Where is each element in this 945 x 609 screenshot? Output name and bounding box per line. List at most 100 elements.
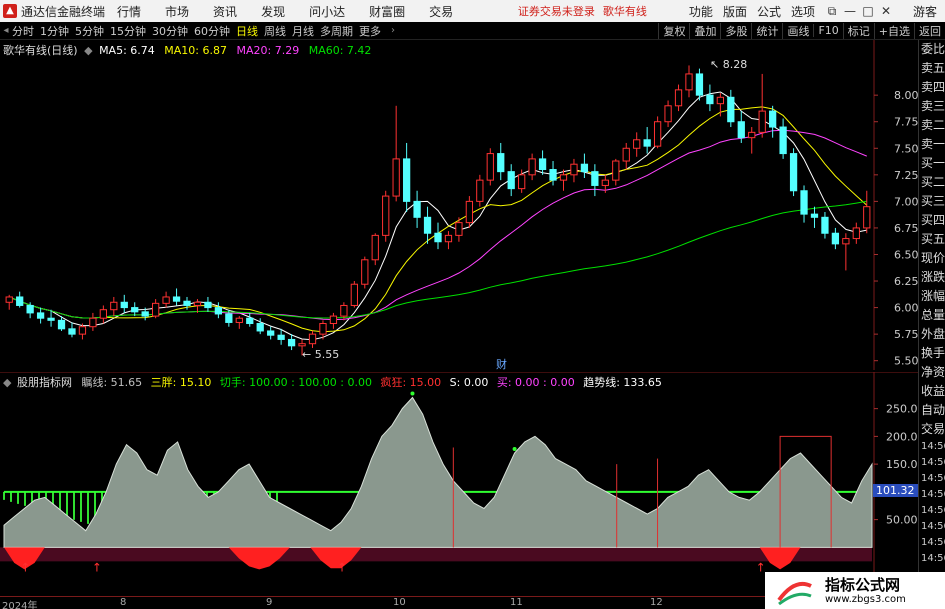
btn-adjust[interactable]: 复权 — [658, 22, 689, 39]
candle-body — [413, 200, 421, 218]
candle-body — [120, 301, 128, 309]
candle-body — [591, 171, 599, 186]
candle-body — [329, 315, 338, 325]
candlestick-chart[interactable]: 8.00 7.75 7.50 7.25 7.00 6.75 6.50 6.25 6.00 5.75… — [0, 40, 919, 372]
period-day[interactable]: 日线 — [236, 23, 258, 39]
menu-market[interactable]: 市场 — [165, 3, 189, 20]
side-item-9: 买五 — [921, 232, 945, 246]
candle-body — [842, 238, 850, 245]
menu-function[interactable]: 功能 — [689, 3, 713, 20]
candle — [622, 142, 630, 170]
menu-wealth[interactable]: 财富圈 — [369, 3, 405, 20]
btn-mark[interactable]: 标记 — [842, 22, 874, 39]
candle — [497, 142, 505, 181]
period-5min[interactable]: 5分钟 — [75, 23, 104, 39]
x-label-5: 12 — [650, 597, 663, 608]
candle-body — [643, 139, 651, 147]
candle-body — [204, 301, 212, 309]
side-time-1: 14:56 — [921, 457, 945, 468]
side-item-19[interactable]: 交易 — [919, 420, 945, 439]
candle-body — [361, 259, 369, 285]
candle-body — [716, 96, 724, 105]
guest-user[interactable]: 游客 — [913, 3, 937, 20]
candle — [664, 100, 672, 128]
candle-body — [26, 304, 34, 314]
ind-tick-label: 150.0 — [886, 458, 918, 471]
indicator-settings-icon[interactable]: ◆ — [3, 376, 11, 389]
side-top[interactable]: 委比 — [919, 40, 945, 59]
price-tick-label: 7.25 — [894, 169, 918, 182]
low-price-label: 5.55 — [314, 348, 340, 361]
high-price-marker: ↖ 8.28 — [710, 58, 748, 71]
side-item-16: 净资 — [921, 365, 945, 379]
ind-legend-6: 趋势线: 133.65 — [583, 376, 662, 389]
restore-icon[interactable]: ⧉ — [823, 4, 841, 19]
btn-back[interactable]: 返回 — [914, 22, 945, 39]
period-month[interactable]: 月线 — [292, 23, 314, 39]
app-title: 通达信金融终端 — [21, 4, 106, 19]
candle-body — [371, 234, 379, 261]
indicator-chart[interactable]: 250.0200.0150.0100.050.00↑↑↑↑ ◆ 股朋指标网 瞩线… — [0, 371, 918, 596]
low-price-marker: ← 5.55 — [302, 348, 340, 361]
candle — [716, 93, 724, 117]
period-1min[interactable]: 1分钟 — [40, 23, 69, 39]
menu-layout[interactable]: 版面 — [723, 3, 747, 20]
btn-overlay[interactable]: 叠加 — [689, 22, 720, 39]
period-multi[interactable]: 多周期 — [320, 23, 353, 39]
maximize-icon[interactable]: □ — [859, 4, 877, 18]
btn-multi-stock[interactable]: 多股 — [720, 22, 751, 39]
period-tick[interactable]: 分时 — [12, 23, 34, 39]
candle-body — [444, 234, 453, 243]
minimize-icon[interactable]: — — [841, 4, 859, 18]
candle-body — [622, 147, 630, 162]
btn-f10[interactable]: F10 — [813, 24, 842, 37]
candle-body — [455, 222, 463, 236]
more-chevron-icon[interactable]: › — [387, 25, 399, 36]
candle — [507, 164, 515, 197]
candle — [810, 206, 819, 228]
candle-body — [434, 232, 442, 243]
candle-body — [476, 179, 484, 202]
candle-body — [559, 174, 568, 181]
btn-draw[interactable]: 画线 — [782, 22, 813, 39]
btn-add-watchlist[interactable]: +自选 — [873, 22, 914, 39]
event-marker[interactable]: 财 — [496, 356, 507, 372]
legend-ma20: MA20: 7.29 — [236, 44, 300, 57]
btn-stats[interactable]: 统计 — [751, 22, 782, 39]
menu-discover[interactable]: 发现 — [261, 3, 285, 20]
toolbar-left-arrow-icon[interactable]: ◂ — [0, 25, 12, 36]
candle-body — [57, 319, 66, 330]
candle — [476, 174, 484, 207]
side-item-11: 涨跌 — [921, 270, 945, 284]
period-15min[interactable]: 15分钟 — [110, 23, 146, 39]
login-notice[interactable]: 证券交易未登录 — [518, 3, 595, 19]
side-item-18[interactable]: 自动 — [919, 401, 945, 420]
price-tick-label: 6.50 — [894, 248, 918, 261]
menu-quotes[interactable]: 行情 — [117, 3, 141, 20]
candlestick-svg[interactable]: 8.00 7.75 7.50 7.25 7.00 6.75 6.50 6.25 6.00 5.75… — [0, 40, 919, 370]
menu-trade[interactable]: 交易 — [429, 3, 453, 20]
candle — [361, 256, 369, 289]
menu-ask[interactable]: 问小达 — [309, 3, 345, 20]
indicator-svg[interactable]: 250.0200.0150.0100.050.00↑↑↑↑ — [0, 371, 918, 596]
candle — [235, 316, 243, 329]
candle — [68, 322, 76, 338]
close-icon[interactable]: ✕ — [877, 4, 895, 18]
period-30min[interactable]: 30分钟 — [152, 23, 188, 39]
candle-body — [16, 296, 24, 306]
side-time-5: 14:56 — [921, 521, 945, 532]
menu-formula[interactable]: 公式 — [757, 3, 781, 20]
candle — [246, 312, 254, 327]
candle-body — [821, 216, 829, 234]
ind-area — [3, 396, 873, 548]
period-more[interactable]: 更多 — [359, 23, 381, 39]
candle-body — [214, 307, 223, 315]
period-week[interactable]: 周线 — [264, 23, 286, 39]
menu-news[interactable]: 资讯 — [213, 3, 237, 20]
candle — [821, 212, 829, 239]
menu-options[interactable]: 选项 — [791, 3, 815, 20]
legend-settings-icon[interactable]: ◆ — [84, 44, 92, 57]
candle-body — [235, 317, 243, 323]
period-60min[interactable]: 60分钟 — [194, 23, 230, 39]
ind-legend-2: 切手: 100.00 : 100.00 : 0.00 — [219, 376, 372, 389]
